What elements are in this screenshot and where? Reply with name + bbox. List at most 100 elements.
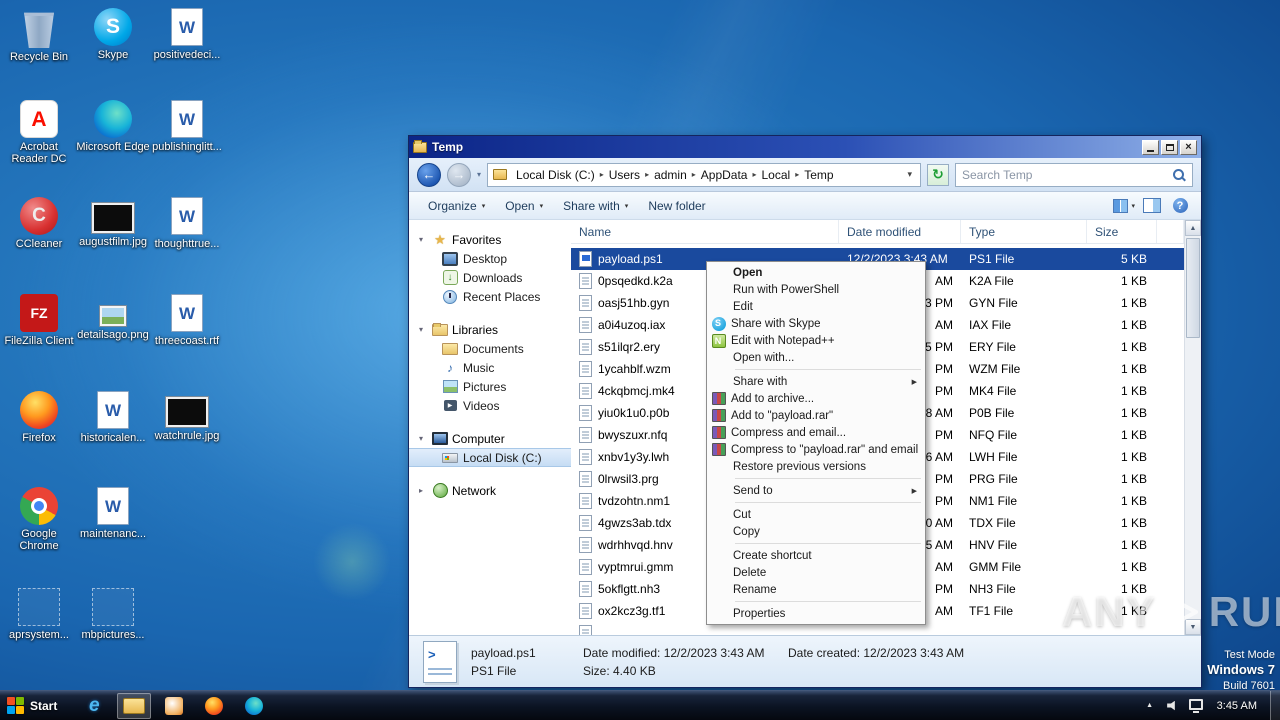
taskbar-media-app-button[interactable] [157,693,191,719]
change-view-button[interactable] [1113,196,1135,216]
sidebar-item-music[interactable]: Music [409,358,571,377]
maximize-button[interactable] [1161,139,1178,155]
menu-item-send-to[interactable]: Send to ▶ [709,482,923,499]
word-icon [171,100,203,138]
menu-item-delete[interactable]: Delete [709,564,923,581]
sidebar-item-desktop[interactable]: Desktop [409,249,571,268]
menu-item-open-with[interactable]: Open with... [709,349,923,366]
desktop-icon-label: threecoast.rtf [154,335,220,347]
menu-item-open[interactable]: Open [709,264,923,281]
menu-item-compress-and-email[interactable]: Compress and email... [709,424,923,441]
breadcrumb-segment-admin[interactable]: admin [649,166,692,184]
taskbar-internet-explorer-button[interactable] [77,693,111,719]
address-bar[interactable]: Local Disk (C:) ▸ Users ▸ admin ▸ AppData ▸ Loca… [487,162,921,187]
menu-item-add-to-payload-rar[interactable]: Add to "payload.rar" [709,407,923,424]
taskbar-firefox-button[interactable] [197,693,231,719]
minimize-button[interactable] [1142,139,1159,155]
search-box[interactable] [955,162,1193,187]
desktop-icon-detailsago-png[interactable]: detailsago.png [76,294,150,341]
breadcrumb-segment-appdata[interactable]: AppData [696,166,753,184]
taskbar-windows-explorer-button[interactable] [117,692,152,719]
desktop-icon-historicalen[interactable]: historicalen... [76,391,150,444]
toolbar-button-share-with[interactable]: Share with ▾ [554,195,637,217]
column-header-name[interactable]: Name [571,220,839,243]
desktop-icon-google-chrome[interactable]: Google Chrome [2,487,76,552]
desktop-icon-microsoft-edge[interactable]: Microsoft Edge [76,100,150,153]
window-titlebar[interactable]: Temp × [409,136,1201,158]
menu-item-edit-with-notepad[interactable]: Edit with Notepad++ [709,332,923,349]
desktop-icon-thoughttrue[interactable]: thoughttrue... [150,197,224,250]
vertical-scrollbar[interactable]: ▲ ▼ [1184,220,1201,635]
sidebar-group-computer[interactable]: ▾ Computer [409,429,571,448]
column-header-date-modified[interactable]: Date modified [839,220,961,243]
desktop-icon-maintenanc[interactable]: maintenanc... [76,487,150,540]
desktop-icon-mbpictures[interactable]: mbpictures... [76,588,150,641]
desktop-icon-ccleaner[interactable]: CCleaner [2,197,76,250]
show-desktop-button[interactable] [1270,691,1280,720]
sidebar-group-network[interactable]: ▸ Network [409,481,571,500]
scrollbar-track[interactable] [1185,340,1201,619]
menu-item-properties[interactable]: Properties [709,605,923,622]
close-button[interactable]: × [1180,139,1197,155]
menu-item-add-to-archive[interactable]: Add to archive... [709,390,923,407]
menu-item-edit[interactable]: Edit [709,298,923,315]
toolbar-button-organize[interactable]: Organize ▾ [419,195,494,217]
menu-item-restore-previous-versions[interactable]: Restore previous versions [709,458,923,475]
menu-item-copy[interactable]: Copy [709,523,923,540]
network-icon[interactable] [1188,698,1204,714]
toolbar-button-open[interactable]: Open ▾ [496,195,552,217]
sidebar: ▾ Favorites Desktop Downloads Recent Places ▾… [409,220,571,635]
sidebar-group-favorites[interactable]: ▾ Favorites [409,230,571,249]
breadcrumb-segment-users[interactable]: Users [604,166,645,184]
chevron-expanded-icon: ▾ [419,235,424,244]
refresh-button[interactable]: ↻ [927,163,949,186]
scroll-down-icon[interactable]: ▼ [1185,619,1201,635]
taskbar-edge-button[interactable] [237,693,271,719]
start-button[interactable]: Start [0,691,67,720]
menu-item-share-with[interactable]: Share with ▶ [709,373,923,390]
sidebar-item-documents[interactable]: Documents [409,339,571,358]
volume-icon[interactable] [1165,698,1181,714]
column-header-size[interactable]: Size [1087,220,1157,243]
sidebar-group-libraries[interactable]: ▾ Libraries [409,320,571,339]
menu-item-run-with-powershell[interactable]: Run with PowerShell [709,281,923,298]
column-header-type[interactable]: Type [961,220,1087,243]
help-button[interactable] [1169,196,1191,216]
address-dropdown-icon[interactable]: ▾ [904,169,915,180]
menu-item-compress-to-payload-rar-and-email[interactable]: Compress to "payload.rar" and email [709,441,923,458]
desktop-icon-augustfilm-jpg[interactable]: augustfilm.jpg [76,197,150,248]
desktop-icon-threecoast-rtf[interactable]: threecoast.rtf [150,294,224,347]
menu-item-share-with-skype[interactable]: Share with Skype [709,315,923,332]
menu-item-rename[interactable]: Rename [709,581,923,598]
hidden-icons-icon[interactable] [1142,698,1158,714]
desktop-icon-skype[interactable]: Skype [76,8,150,61]
forward-button[interactable]: → [447,162,471,187]
sidebar-item-videos[interactable]: Videos [409,396,571,415]
history-dropdown-icon[interactable]: ▾ [477,170,481,179]
sidebar-item-local-disk-c[interactable]: Local Disk (C:) [409,448,571,467]
sidebar-item-pictures[interactable]: Pictures [409,377,571,396]
desktop-icon-acrobat-reader-dc[interactable]: Acrobat Reader DC [2,100,76,165]
file-size: 1 KB [1120,384,1147,398]
menu-item-create-shortcut[interactable]: Create shortcut [709,547,923,564]
scroll-up-icon[interactable]: ▲ [1185,220,1201,236]
preview-pane-button[interactable] [1141,196,1163,216]
breadcrumb-segment-local-disk-c[interactable]: Local Disk (C:) [511,166,600,184]
breadcrumb-segment-temp[interactable]: Temp [799,166,838,184]
desktop-icon-watchrule-jpg[interactable]: watchrule.jpg [150,391,224,442]
search-input[interactable] [962,167,1172,182]
desktop-icon-aprsystem[interactable]: aprsystem... [2,588,76,641]
scrollbar-thumb[interactable] [1186,238,1200,338]
toolbar-button-new-folder[interactable]: New folder [639,195,714,217]
back-button[interactable]: ← [417,162,441,187]
desktop-icon-positivedeci[interactable]: positivedeci... [150,8,224,61]
desktop-icon-publishinglitt[interactable]: publishinglitt... [150,100,224,153]
desktop-icon-filezilla-client[interactable]: FileZilla Client [2,294,76,347]
sidebar-item-recent-places[interactable]: Recent Places [409,287,571,306]
sidebar-item-downloads[interactable]: Downloads [409,268,571,287]
breadcrumb-segment-local[interactable]: Local [757,166,796,184]
desktop-icon-firefox[interactable]: Firefox [2,391,76,444]
taskbar-clock[interactable]: 3:45 AM [1217,700,1257,712]
menu-item-cut[interactable]: Cut [709,506,923,523]
desktop-icon-recycle-bin[interactable]: Recycle Bin [2,8,76,63]
